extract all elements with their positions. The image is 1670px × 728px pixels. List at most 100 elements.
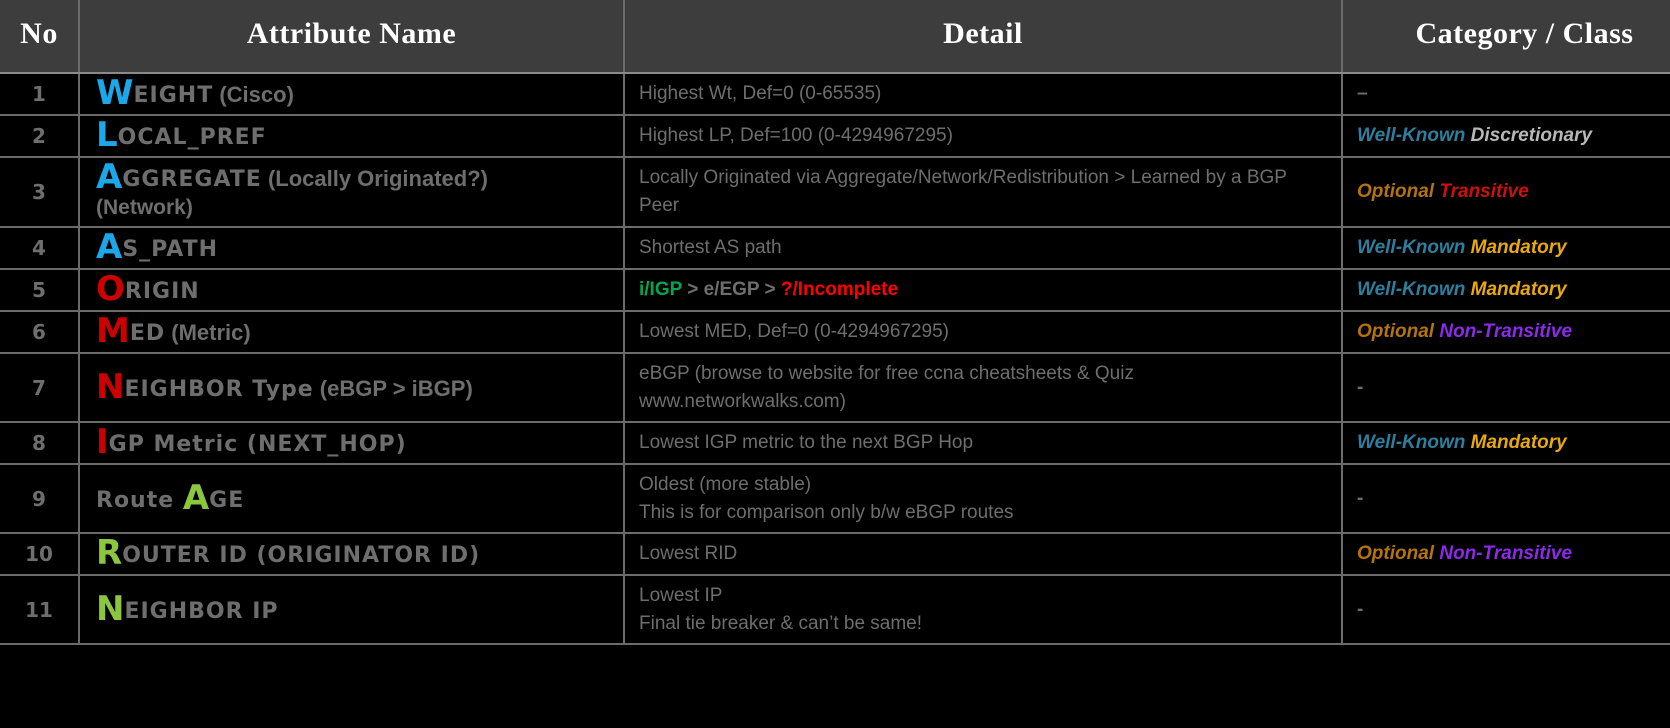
- cell-category-class: Well-Known Mandatory: [1342, 269, 1670, 312]
- cell-attribute-name: MED (Metric): [79, 311, 625, 354]
- cell-attribute-name: ORIGIN: [79, 269, 625, 312]
- cell-no: 9: [0, 464, 80, 535]
- cell-no: 8: [0, 422, 80, 466]
- category-type: Well-Known: [1357, 237, 1466, 258]
- attribute-name-rest: S_PATH: [122, 237, 219, 262]
- attribute-mnemonic-letter: A: [96, 227, 123, 267]
- category-dash: -: [1357, 487, 1364, 509]
- detail-segment: i/IGP: [639, 279, 682, 301]
- cell-no: 3: [0, 157, 80, 228]
- category-class: Non-Transitive: [1439, 543, 1573, 565]
- attribute-mnemonic-letter: L: [96, 115, 118, 155]
- category-class: Mandatory: [1470, 237, 1567, 258]
- detail-line: www.networkwalks.com): [639, 390, 846, 412]
- attribute-mnemonic-letter: W: [96, 73, 134, 113]
- attribute-name-text: LOCAL_PREF: [96, 118, 267, 152]
- attribute-name-tail: (Locally Originated?): [261, 166, 488, 191]
- attribute-name-text: AS_PATH: [96, 230, 219, 264]
- attribute-name-tail: (Cisco): [213, 82, 294, 107]
- attribute-name-text: AGGREGATE (Locally Originated?) (Network): [96, 160, 613, 220]
- attribute-name-rest: GE: [209, 487, 245, 513]
- cell-category-class: Well-Known Mandatory: [1342, 422, 1670, 466]
- cell-no: 11: [0, 575, 80, 646]
- cell-category-class: -: [1342, 575, 1670, 646]
- category-type: Well-Known: [1357, 432, 1466, 454]
- table-row: 6 MED (Metric) Lowest MED, Def=0 (0-429496…: [0, 311, 1670, 354]
- category-class: Discretionary: [1470, 125, 1593, 146]
- detail-segment: > e/EGP >: [681, 279, 781, 301]
- category-type: Optional: [1357, 181, 1435, 202]
- cell-detail: i/IGP > e/EGP > ?/Incomplete: [624, 269, 1343, 312]
- cell-no: 1: [0, 73, 80, 116]
- cell-category-class: -: [1342, 353, 1670, 424]
- attribute-name-text: ORIGIN: [96, 272, 200, 306]
- table-row: 10 ROUTER ID (ORIGINATOR ID) Lowest RID Opt…: [0, 533, 1670, 577]
- detail-line: Final tie breaker & can’t be same!: [639, 612, 923, 634]
- category-type: Well-Known: [1357, 125, 1466, 146]
- attribute-name-text: IGP Metric (NEXT_HOP): [96, 425, 407, 459]
- cell-attribute-name: Route AGE: [79, 464, 625, 535]
- attribute-name-text: WEIGHT (Cisco): [96, 76, 294, 110]
- category-class: Non-Transitive: [1439, 321, 1573, 342]
- table-row: 9 Route AGE Oldest (more stable) This is fo…: [0, 464, 1670, 535]
- category-dash: -: [1357, 598, 1364, 620]
- cell-category-class: Optional Non-Transitive: [1342, 311, 1670, 354]
- attribute-name-text: ROUTER ID (ORIGINATOR ID): [96, 536, 481, 570]
- attribute-name-tail: (Metric): [165, 320, 251, 345]
- column-header-no: No: [0, 0, 80, 74]
- detail-line: Locally Originated via Aggregate/Network…: [639, 167, 1287, 216]
- cell-attribute-name: AGGREGATE (Locally Originated?) (Network): [79, 157, 625, 228]
- attribute-mnemonic-letter: I: [96, 422, 109, 463]
- attribute-name-rest: OCAL_PREF: [117, 125, 267, 150]
- cell-category-class: Well-Known Discretionary: [1342, 115, 1670, 158]
- cell-attribute-name: NEIGHBOR IP: [79, 575, 625, 646]
- table-row: 3 AGGREGATE (Locally Originated?) (Network…: [0, 157, 1670, 228]
- table-row: 11 NEIGHBOR IP Lowest IP Final tie breaker …: [0, 575, 1670, 646]
- table-row: 5 ORIGIN i/IGP > e/EGP > ?/Incomplete Well-…: [0, 269, 1670, 312]
- category-type: Well-Known: [1357, 279, 1466, 300]
- detail-line: eBGP (browse to website for free ccna ch…: [639, 363, 1134, 384]
- cell-detail: Lowest IP Final tie breaker & can’t be sa…: [624, 575, 1343, 646]
- cell-detail: Lowest IGP metric to the next BGP Hop: [624, 422, 1343, 466]
- cell-attribute-name: NEIGHBOR Type (eBGP > iBGP): [79, 353, 625, 424]
- table-body: 1 WEIGHT (Cisco) Highest Wt, Def=0 (0-6553…: [0, 73, 1670, 646]
- cell-no: 2: [0, 115, 80, 158]
- cell-attribute-name: LOCAL_PREF: [79, 115, 625, 158]
- attribute-name-rest: OUTER ID (ORIGINATOR ID): [122, 543, 481, 569]
- cell-attribute-name: AS_PATH: [79, 227, 625, 270]
- cell-detail: Locally Originated via Aggregate/Network…: [624, 157, 1343, 228]
- column-header-category-class: Category / Class: [1342, 0, 1670, 74]
- attribute-mnemonic-letter: A: [96, 157, 123, 197]
- attribute-name-text: NEIGHBOR Type (eBGP > iBGP): [96, 370, 473, 404]
- table-header: No Attribute Name Detail Category / Clas…: [0, 0, 1670, 74]
- cell-category-class: Optional Transitive: [1342, 157, 1670, 228]
- table-row: 2 LOCAL_PREF Highest LP, Def=100 (0-429496…: [0, 115, 1670, 158]
- attribute-mnemonic-letter: O: [96, 269, 125, 309]
- cell-detail: Lowest MED, Def=0 (0-4294967295): [624, 311, 1343, 354]
- attribute-mnemonic-letter: R: [96, 533, 123, 574]
- cell-detail: Lowest RID: [624, 533, 1343, 577]
- cell-detail: Highest Wt, Def=0 (0-65535): [624, 73, 1343, 116]
- attribute-mnemonic-letter: A: [182, 477, 210, 518]
- detail-line: Lowest MED, Def=0 (0-4294967295): [639, 321, 949, 343]
- attribute-name-subline: (Network): [96, 196, 193, 219]
- category-class: Mandatory: [1470, 279, 1567, 300]
- attribute-name-rest: EIGHBOR IP: [124, 598, 279, 624]
- attribute-name-rest: GP Metric (NEXT_HOP): [108, 432, 407, 458]
- attribute-name-rest: EIGHT: [133, 83, 214, 108]
- attribute-name-tail: (eBGP > iBGP): [313, 375, 473, 401]
- attribute-name-text: Route AGE: [96, 481, 245, 515]
- cell-attribute-name: WEIGHT (Cisco): [79, 73, 625, 116]
- cell-category-class: -: [1342, 464, 1670, 535]
- cell-no: 4: [0, 227, 80, 270]
- cell-no: 7: [0, 353, 80, 424]
- category-type: Optional: [1357, 543, 1435, 565]
- detail-segment: ?/Incomplete: [780, 279, 899, 301]
- detail-line: This is for comparison only b/w eBGP rou…: [639, 501, 1014, 523]
- bgp-path-attributes-table: No Attribute Name Detail Category / Clas…: [0, 0, 1670, 646]
- table-row: 8 IGP Metric (NEXT_HOP) Lowest IGP metric …: [0, 422, 1670, 466]
- table-row: 4 AS_PATH Shortest AS path Well-Known Manda…: [0, 227, 1670, 270]
- column-header-detail: Detail: [624, 0, 1343, 74]
- bgp-attributes-sheet: No Attribute Name Detail Category / Clas…: [0, 0, 1670, 728]
- cell-detail: Shortest AS path: [624, 227, 1343, 270]
